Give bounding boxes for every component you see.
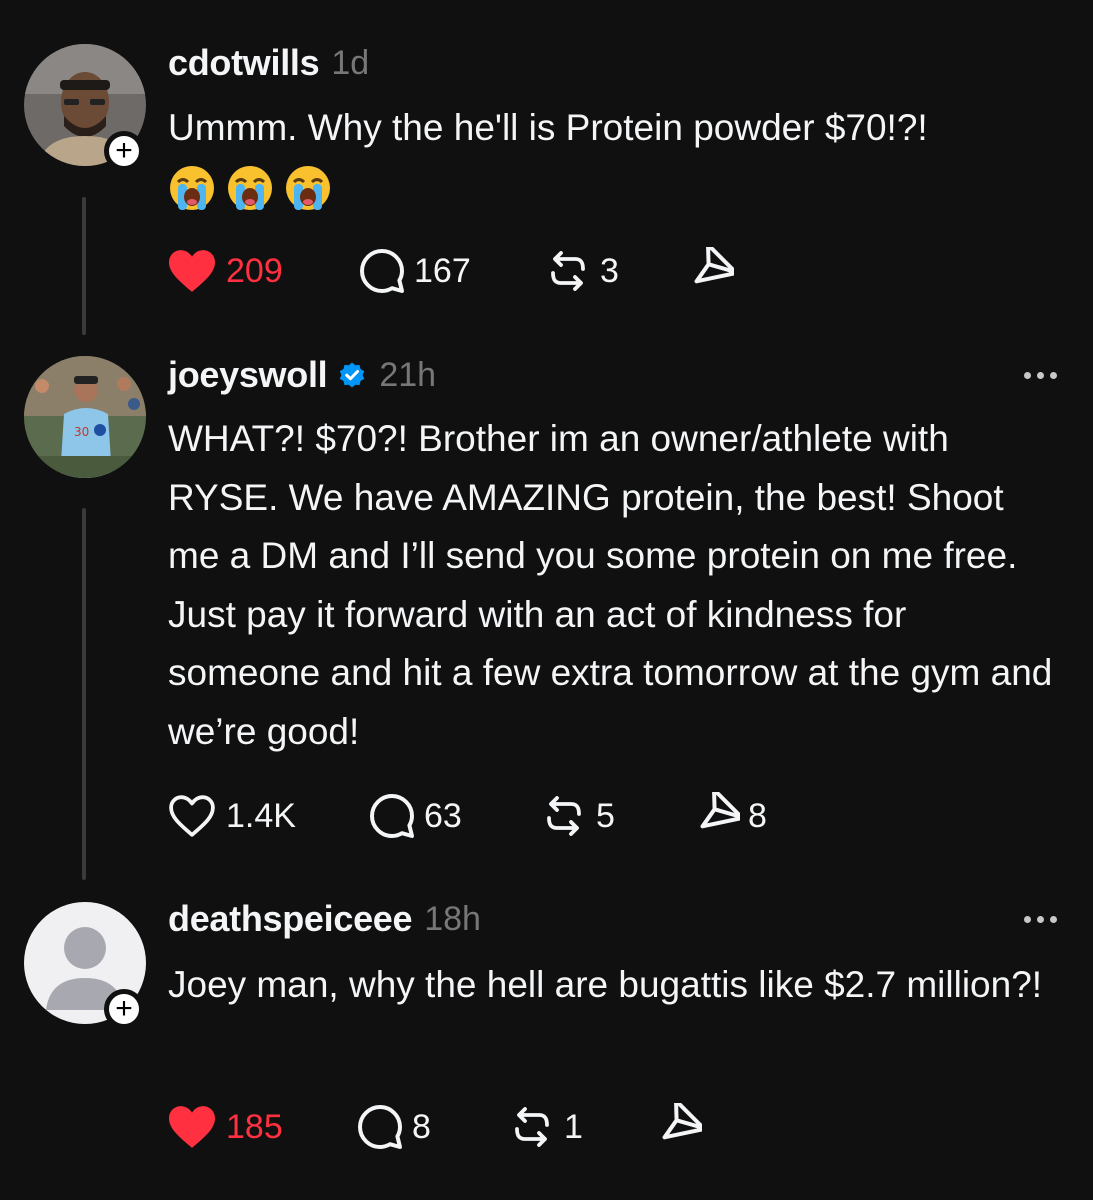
- post-text: Joey man, why the hell are bugattis like…: [168, 964, 1043, 1005]
- loudly-crying-face-icon: [228, 166, 272, 210]
- avatar-photo-icon: 30: [24, 356, 146, 478]
- avatar[interactable]: 30: [24, 356, 146, 478]
- dot-icon: [1024, 915, 1031, 923]
- username[interactable]: joeyswoll: [168, 354, 328, 396]
- timestamp: 18h: [424, 899, 481, 938]
- repost-count: 1: [564, 1107, 583, 1146]
- repost-button[interactable]: 5: [540, 792, 692, 840]
- heart-filled-icon: [169, 1106, 215, 1148]
- emoji-row: [168, 164, 332, 212]
- loudly-crying-face-icon: [170, 166, 214, 210]
- follow-plus-button[interactable]: +: [104, 131, 144, 171]
- share-button[interactable]: 8: [692, 792, 767, 840]
- like-button[interactable]: 209: [166, 248, 358, 294]
- username[interactable]: cdotwills: [168, 42, 320, 84]
- reply-button[interactable]: 8: [356, 1103, 508, 1151]
- repost-button[interactable]: 3: [544, 247, 686, 295]
- post-text: Ummm. Why the he'll is Protein powder $7…: [168, 107, 928, 148]
- heart-outline-icon: [169, 795, 215, 837]
- send-paper-plane-icon: [662, 1103, 702, 1140]
- repost-arrows-icon: [547, 796, 581, 836]
- reply-count: 63: [424, 796, 462, 835]
- reply-button[interactable]: 167: [358, 247, 544, 295]
- loudly-crying-face-icon: [286, 166, 330, 210]
- comment-bubble-icon: [370, 794, 414, 838]
- post-text: WHAT?! $70?! Brother im an owner/athlete…: [168, 418, 1063, 752]
- post-actions: 185 8 1: [166, 1102, 710, 1152]
- comment-bubble-icon: [358, 1105, 402, 1149]
- repost-arrows-icon: [551, 251, 585, 291]
- send-paper-plane-icon: [694, 247, 734, 284]
- repost-arrows-icon: [515, 1107, 549, 1147]
- follow-plus-button[interactable]: +: [104, 989, 144, 1029]
- reply-count: 167: [414, 251, 471, 290]
- like-button[interactable]: 185: [166, 1104, 356, 1150]
- share-button[interactable]: [686, 247, 742, 295]
- repost-count: 3: [600, 251, 619, 290]
- like-count: 209: [226, 251, 283, 290]
- heart-filled-icon: [169, 250, 215, 292]
- send-paper-plane-icon: [700, 792, 740, 829]
- reply-count: 8: [412, 1107, 431, 1146]
- username[interactable]: deathspeiceee: [168, 898, 413, 940]
- reply-button[interactable]: 63: [368, 792, 540, 840]
- dot-icon: [1037, 915, 1044, 923]
- thread-line: [82, 197, 86, 335]
- svg-text:30: 30: [74, 425, 89, 439]
- more-options-button[interactable]: [1024, 909, 1057, 929]
- verified-badge-icon: [340, 362, 365, 388]
- share-count: 8: [748, 796, 767, 835]
- post-actions: 1.4K 63 5 8: [166, 791, 767, 841]
- post-actions: 209 167 3: [166, 246, 742, 296]
- timestamp: 21h: [379, 355, 437, 394]
- dot-icon: [1024, 371, 1031, 379]
- timestamp: 1d: [331, 43, 370, 82]
- dot-icon: [1037, 371, 1044, 379]
- like-count: 185: [226, 1107, 283, 1146]
- like-button[interactable]: 1.4K: [166, 793, 368, 839]
- more-options-button[interactable]: [1024, 365, 1057, 385]
- repost-count: 5: [596, 796, 615, 835]
- like-count: 1.4K: [226, 796, 296, 835]
- share-button[interactable]: [654, 1103, 710, 1151]
- dot-icon: [1050, 371, 1057, 379]
- thread-line: [82, 508, 86, 880]
- dot-icon: [1050, 915, 1057, 923]
- repost-button[interactable]: 1: [508, 1103, 654, 1151]
- comment-bubble-icon: [360, 249, 404, 293]
